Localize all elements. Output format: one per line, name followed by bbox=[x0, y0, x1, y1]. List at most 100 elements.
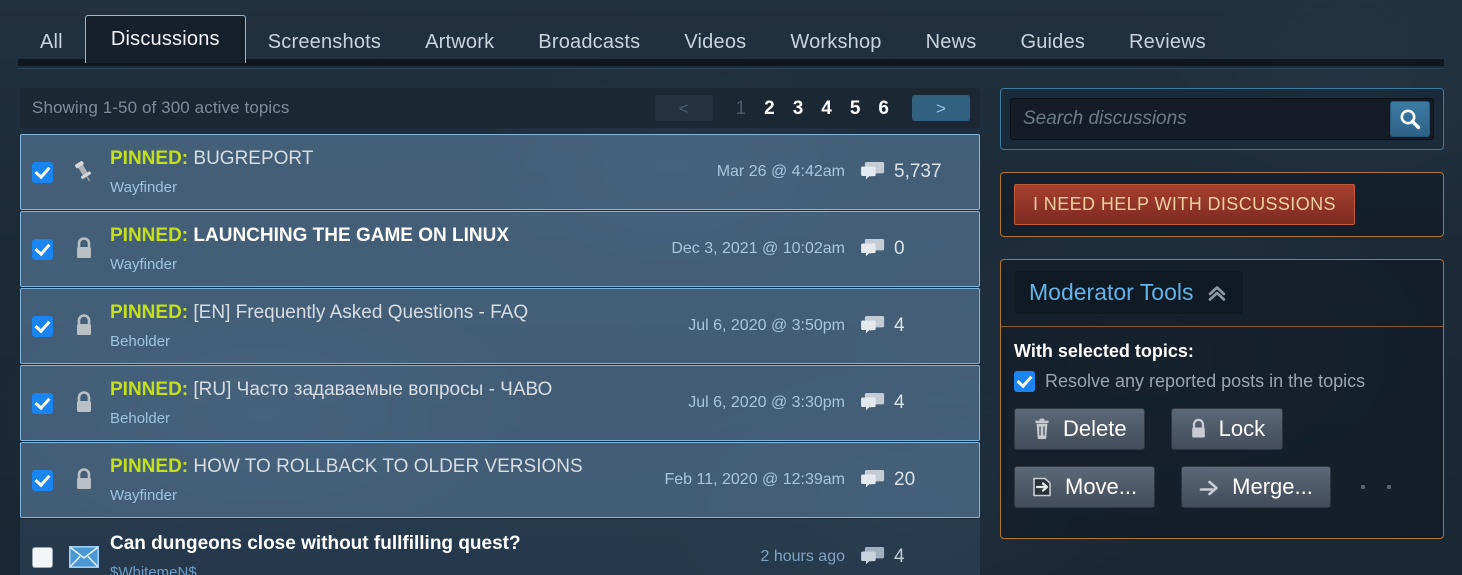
topic-checkbox-cell[interactable] bbox=[21, 161, 63, 183]
table-row[interactable]: PINNED: BUGREPORT Wayfinder Mar 26 @ 4:4… bbox=[20, 134, 980, 210]
tab-news[interactable]: News bbox=[904, 22, 999, 64]
moderator-action-row-2: Move... Merge... bbox=[1014, 466, 1430, 508]
topic-title[interactable]: Can dungeons close without fullfilling q… bbox=[110, 534, 760, 555]
pinned-badge: PINNED: bbox=[110, 380, 189, 401]
tab-videos[interactable]: Videos bbox=[662, 22, 768, 64]
topic-title[interactable]: PINNED: HOW TO ROLLBACK TO OLDER VERSION… bbox=[110, 457, 664, 478]
table-row[interactable]: PINNED: [RU] Часто задаваемые вопросы - … bbox=[20, 365, 980, 441]
topic-reply-count: 4 bbox=[894, 392, 905, 413]
sidebar-column: I NEED HELP WITH DISCUSSIONS Moderator T… bbox=[1000, 88, 1444, 539]
overflow-dot bbox=[1360, 485, 1365, 489]
topic-replies: 20 bbox=[861, 469, 979, 491]
tab-workshop[interactable]: Workshop bbox=[768, 22, 903, 64]
moderator-tools-header: Moderator Tools bbox=[1001, 260, 1443, 327]
overflow-dot bbox=[1386, 485, 1391, 489]
table-row[interactable]: PINNED: [EN] Frequently Asked Questions … bbox=[20, 288, 980, 364]
pagination-prev-button[interactable]: < bbox=[654, 95, 713, 121]
resolve-reported-posts-checkbox[interactable] bbox=[1014, 371, 1035, 392]
moderator-tools-toggle[interactable]: Moderator Tools bbox=[1014, 271, 1243, 314]
delete-button[interactable]: Delete bbox=[1014, 408, 1145, 450]
overflow-dots bbox=[1357, 485, 1391, 489]
pagination-next-button[interactable]: > bbox=[912, 95, 970, 121]
delete-button-label: Delete bbox=[1063, 416, 1127, 441]
tab-all[interactable]: All bbox=[18, 22, 85, 64]
tab-artwork[interactable]: Artwork bbox=[403, 22, 516, 64]
pinned-badge: PINNED: bbox=[110, 226, 189, 247]
help-with-discussions-button[interactable]: I NEED HELP WITH DISCUSSIONS bbox=[1014, 184, 1355, 225]
topic-date: Jul 6, 2020 @ 3:30pm bbox=[688, 394, 845, 411]
merge-button[interactable]: Merge... bbox=[1181, 466, 1331, 508]
moderator-tools-body: With selected topics: Resolve any report… bbox=[1001, 327, 1443, 508]
tab-screenshots[interactable]: Screenshots bbox=[246, 22, 403, 64]
search-icon bbox=[1399, 108, 1421, 130]
topic-author[interactable]: $WhitemeN$ bbox=[110, 565, 760, 575]
pagination-page-3[interactable]: 3 bbox=[784, 99, 813, 118]
envelope-icon bbox=[69, 546, 99, 568]
topic-title-cell: PINNED: [EN] Frequently Asked Questions … bbox=[105, 303, 688, 349]
topic-checkbox-cell[interactable] bbox=[21, 238, 63, 260]
table-row[interactable]: PINNED: LAUNCHING THE GAME ON LINUX Wayf… bbox=[20, 211, 980, 287]
pinned-badge: PINNED: bbox=[110, 149, 189, 170]
search-button[interactable] bbox=[1390, 101, 1430, 137]
tabbar-underline-highlight bbox=[18, 66, 1444, 69]
topic-author[interactable]: Wayfinder bbox=[110, 180, 717, 195]
topic-replies: 5,737 bbox=[861, 161, 979, 183]
topic-checkbox[interactable] bbox=[31, 161, 53, 183]
topic-title-cell: PINNED: HOW TO ROLLBACK TO OLDER VERSION… bbox=[105, 457, 664, 503]
topic-title[interactable]: PINNED: LAUNCHING THE GAME ON LINUX bbox=[110, 226, 671, 247]
topic-checkbox-cell[interactable] bbox=[21, 392, 63, 414]
pinned-badge: PINNED: bbox=[110, 457, 189, 478]
topic-date: 2 hours ago bbox=[760, 548, 845, 565]
comment-bubble-icon bbox=[861, 238, 885, 260]
topic-author[interactable]: Wayfinder bbox=[110, 257, 671, 272]
tab-broadcasts[interactable]: Broadcasts bbox=[516, 22, 662, 64]
topic-replies: 4 bbox=[861, 546, 979, 568]
tab-guides[interactable]: Guides bbox=[998, 22, 1107, 64]
topic-title-text: BUGREPORT bbox=[188, 149, 314, 170]
moderator-action-row-1: Delete Lock bbox=[1014, 408, 1430, 450]
help-panel: I NEED HELP WITH DISCUSSIONS bbox=[1000, 172, 1444, 237]
topic-checkbox-cell[interactable] bbox=[21, 546, 63, 568]
topic-checkbox[interactable] bbox=[31, 238, 53, 260]
topic-checkbox-cell[interactable] bbox=[21, 469, 63, 491]
table-row[interactable]: PINNED: HOW TO ROLLBACK TO OLDER VERSION… bbox=[20, 442, 980, 518]
topic-checkbox[interactable] bbox=[31, 546, 53, 568]
pagination-page-6[interactable]: 6 bbox=[869, 99, 898, 118]
lock-button[interactable]: Lock bbox=[1170, 408, 1284, 450]
pagination-page-1[interactable]: 1 bbox=[727, 99, 756, 118]
topic-checkbox[interactable] bbox=[31, 315, 53, 337]
pagination-page-4[interactable]: 4 bbox=[812, 99, 841, 118]
trash-icon bbox=[1032, 418, 1052, 440]
pagination-page-5[interactable]: 5 bbox=[841, 99, 870, 118]
topic-checkbox[interactable] bbox=[31, 469, 53, 491]
lock-button-label: Lock bbox=[1218, 416, 1266, 441]
table-row[interactable]: Can dungeons close without fullfilling q… bbox=[20, 519, 980, 575]
topic-reply-count: 4 bbox=[894, 315, 905, 336]
comment-bubble-icon bbox=[861, 315, 885, 337]
move-button[interactable]: Move... bbox=[1014, 466, 1156, 508]
topic-author[interactable]: Beholder bbox=[110, 411, 688, 426]
topic-checkbox-cell[interactable] bbox=[21, 315, 63, 337]
topic-title-text: [RU] Часто задаваемые вопросы - ЧАВО bbox=[188, 380, 553, 401]
search-box[interactable] bbox=[1010, 98, 1434, 140]
topic-title[interactable]: PINNED: BUGREPORT bbox=[110, 149, 717, 170]
move-button-label: Move... bbox=[1065, 474, 1138, 499]
topic-title[interactable]: PINNED: [EN] Frequently Asked Questions … bbox=[110, 303, 688, 324]
topic-reply-count: 5,737 bbox=[894, 161, 942, 182]
topic-title-text: HOW TO ROLLBACK TO OLDER VERSIONS bbox=[188, 457, 583, 478]
topic-list: PINNED: BUGREPORT Wayfinder Mar 26 @ 4:4… bbox=[20, 134, 980, 575]
topic-title-text: Can dungeons close without fullfilling q… bbox=[110, 534, 521, 555]
topic-author[interactable]: Beholder bbox=[110, 334, 688, 349]
search-input[interactable] bbox=[1023, 108, 1390, 130]
pagination-page-2[interactable]: 2 bbox=[755, 99, 784, 118]
lock-icon bbox=[73, 467, 95, 493]
topic-title[interactable]: PINNED: [RU] Часто задаваемые вопросы - … bbox=[110, 380, 688, 401]
topic-title-cell: Can dungeons close without fullfilling q… bbox=[105, 534, 760, 575]
topic-checkbox[interactable] bbox=[31, 392, 53, 414]
tab-discussions[interactable]: Discussions bbox=[84, 15, 246, 63]
tab-reviews[interactable]: Reviews bbox=[1107, 22, 1228, 64]
topic-title-cell: PINNED: [RU] Часто задаваемые вопросы - … bbox=[105, 380, 688, 426]
resolve-reported-posts-row[interactable]: Resolve any reported posts in the topics bbox=[1014, 371, 1430, 392]
with-selected-topics-label: With selected topics: bbox=[1014, 341, 1194, 361]
topic-author[interactable]: Wayfinder bbox=[110, 488, 664, 503]
